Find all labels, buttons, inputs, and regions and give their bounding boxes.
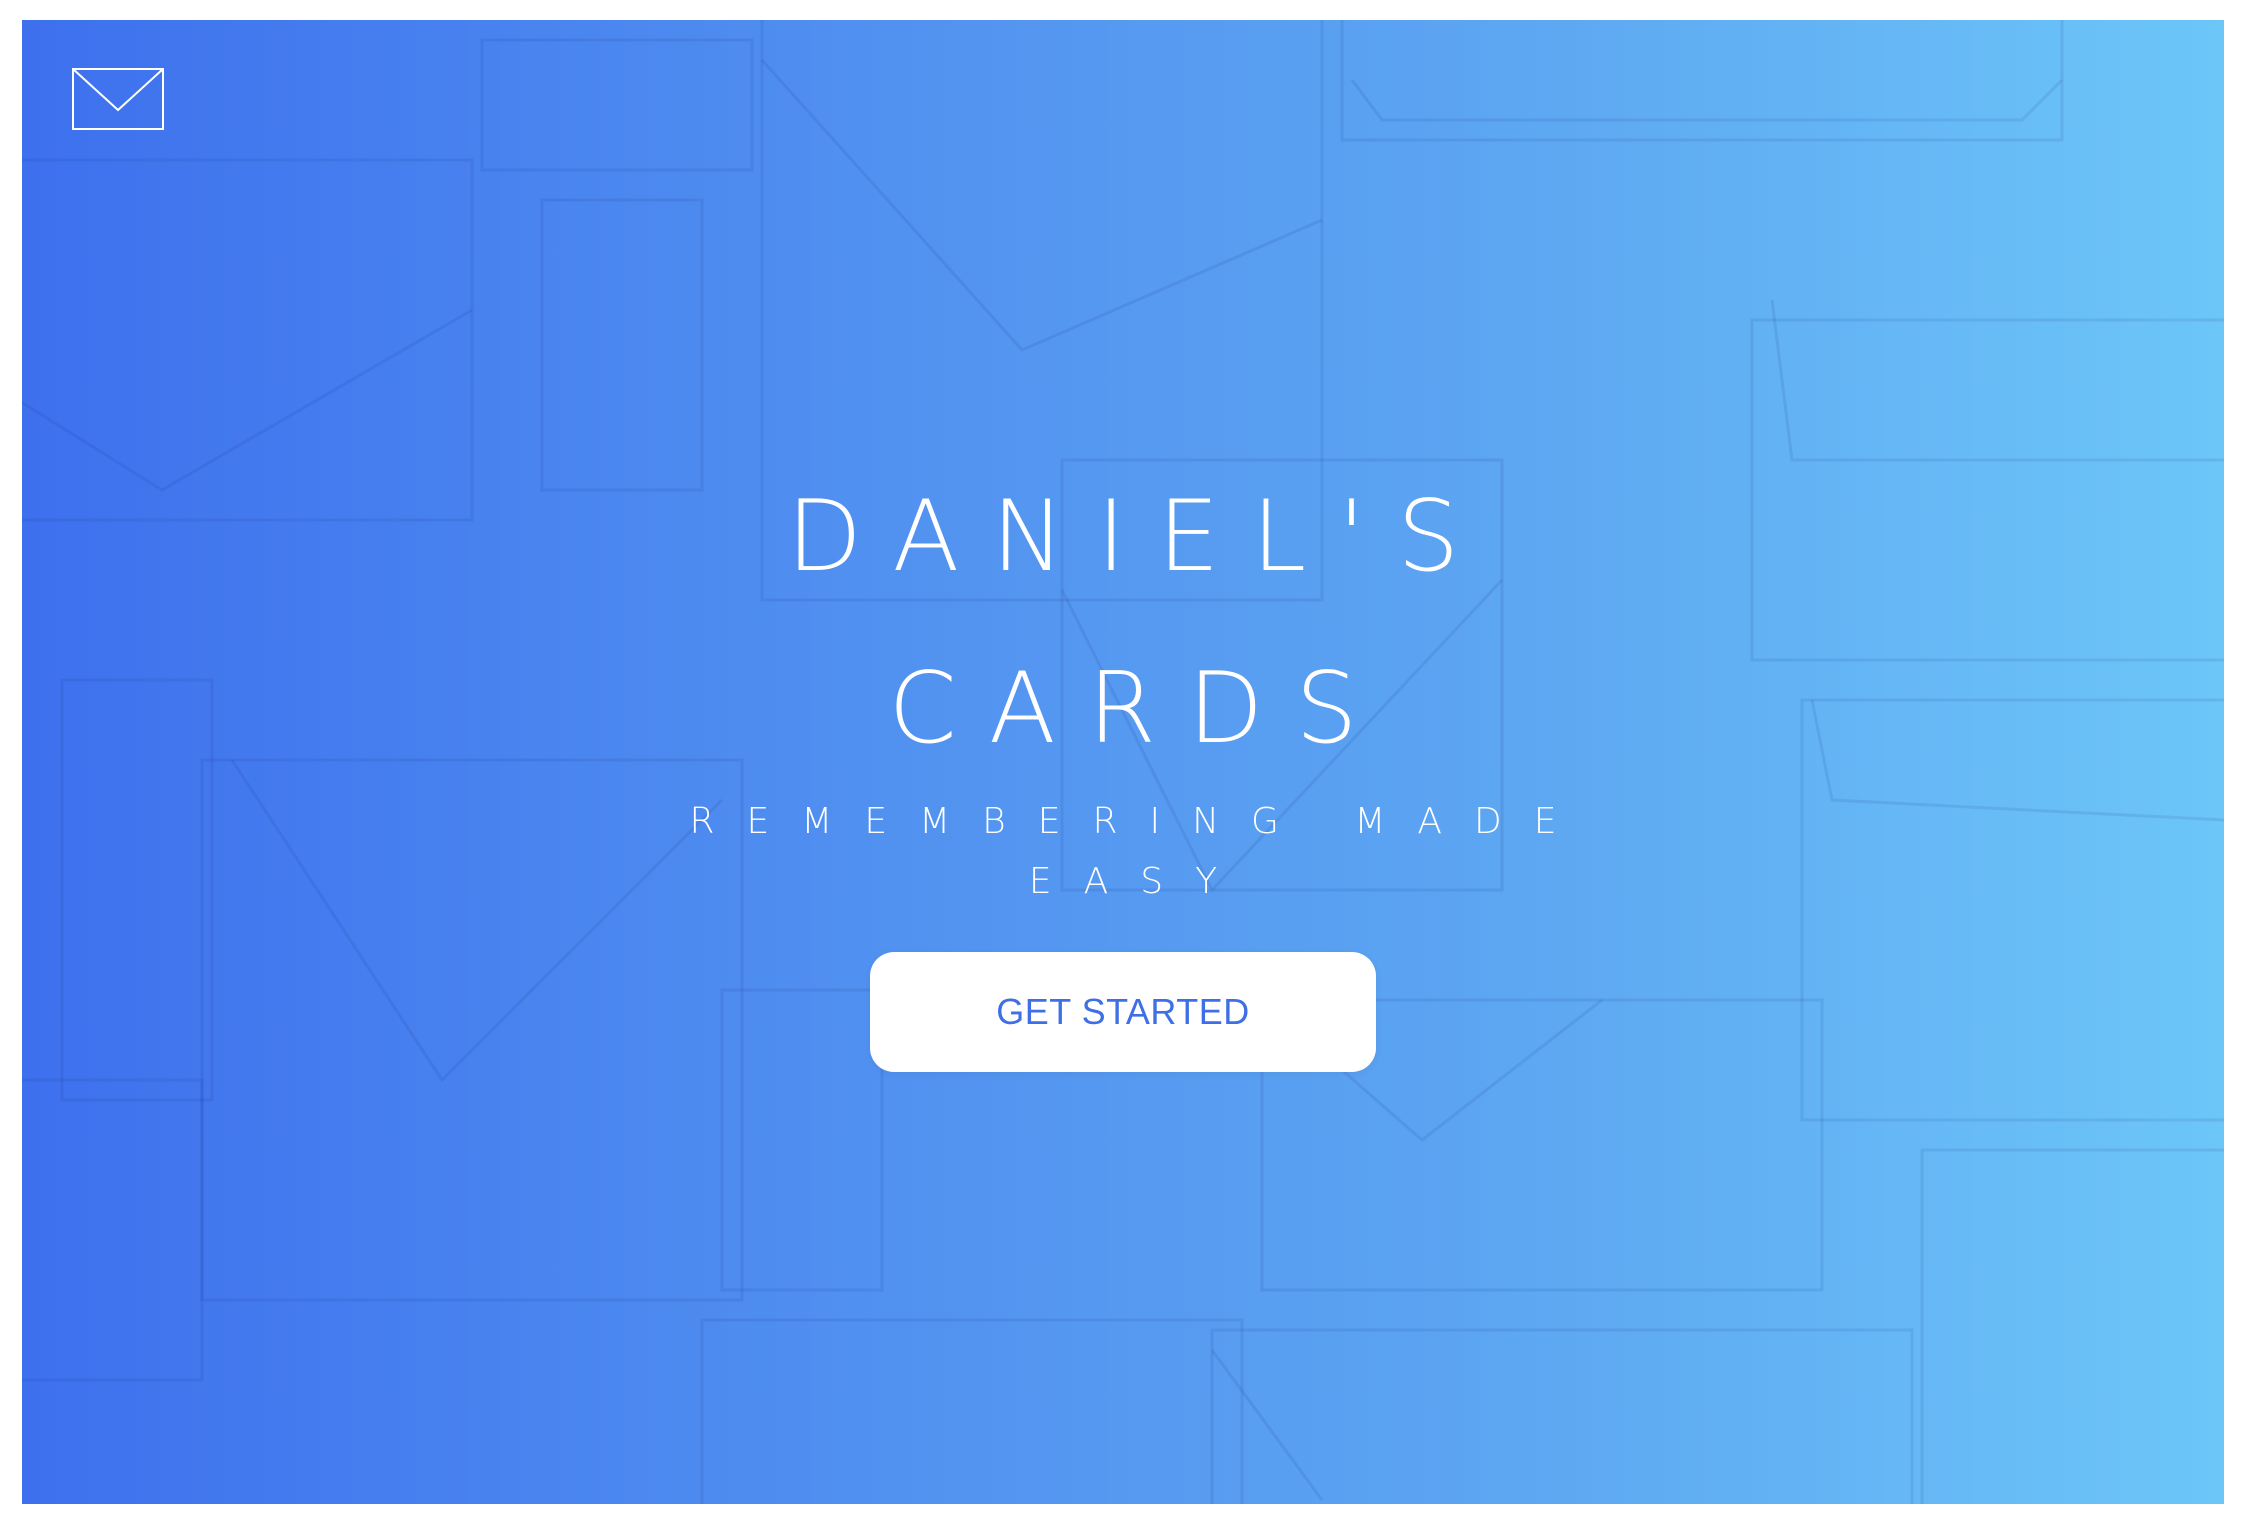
- hero-content: DANIEL'S CARDS REMEMBERING MADE EASY GET…: [22, 20, 2224, 1504]
- tagline-line-1: REMEMBERING MADE: [689, 801, 1589, 842]
- page-title-line-1: DANIEL'S: [786, 480, 1492, 594]
- tagline-line-2: EASY: [1028, 861, 1250, 902]
- get-started-button[interactable]: GET STARTED: [870, 952, 1376, 1072]
- hero-section: DANIEL'S CARDS REMEMBERING MADE EASY GET…: [22, 20, 2224, 1504]
- page-title-line-2: CARDS: [888, 652, 1390, 766]
